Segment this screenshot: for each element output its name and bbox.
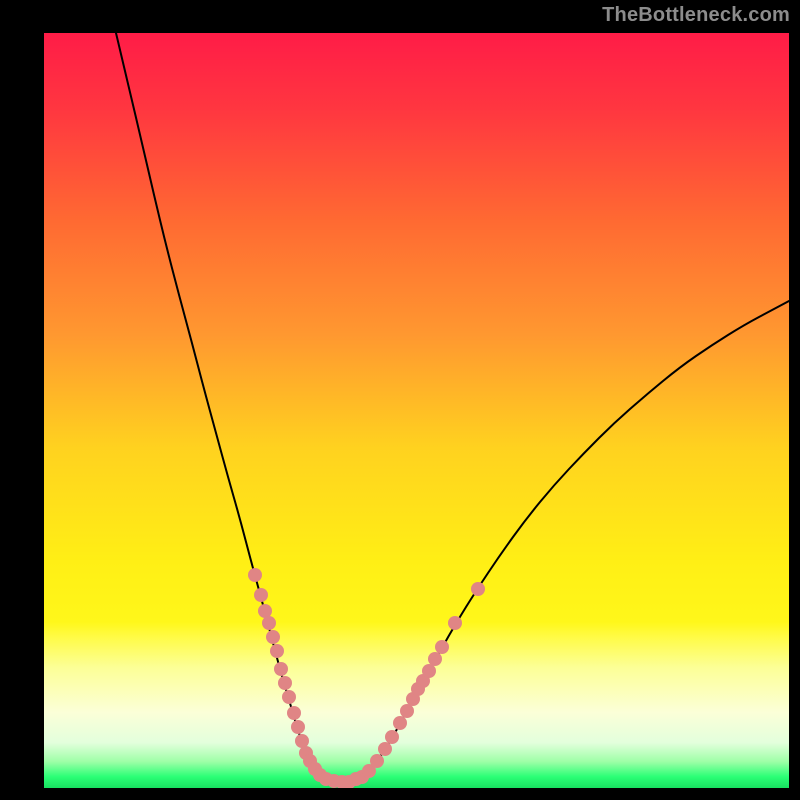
data-marker bbox=[248, 568, 262, 582]
data-marker bbox=[400, 704, 414, 718]
data-marker bbox=[291, 720, 305, 734]
data-marker bbox=[287, 706, 301, 720]
data-marker bbox=[274, 662, 288, 676]
data-marker bbox=[262, 616, 276, 630]
data-marker bbox=[370, 754, 384, 768]
gradient-background bbox=[44, 33, 789, 788]
data-marker bbox=[278, 676, 292, 690]
data-marker bbox=[266, 630, 280, 644]
chart-frame: TheBottleneck.com bbox=[0, 0, 800, 800]
data-marker bbox=[295, 734, 309, 748]
bottleneck-curve-chart bbox=[44, 33, 789, 788]
plot-area bbox=[44, 33, 789, 788]
data-marker bbox=[258, 604, 272, 618]
data-marker bbox=[471, 582, 485, 596]
data-marker bbox=[428, 652, 442, 666]
data-marker bbox=[393, 716, 407, 730]
data-marker bbox=[378, 742, 392, 756]
data-marker bbox=[385, 730, 399, 744]
data-marker bbox=[270, 644, 284, 658]
data-marker bbox=[435, 640, 449, 654]
data-marker bbox=[422, 664, 436, 678]
data-marker bbox=[448, 616, 462, 630]
data-marker bbox=[254, 588, 268, 602]
watermark-text: TheBottleneck.com bbox=[602, 4, 790, 27]
data-marker bbox=[282, 690, 296, 704]
